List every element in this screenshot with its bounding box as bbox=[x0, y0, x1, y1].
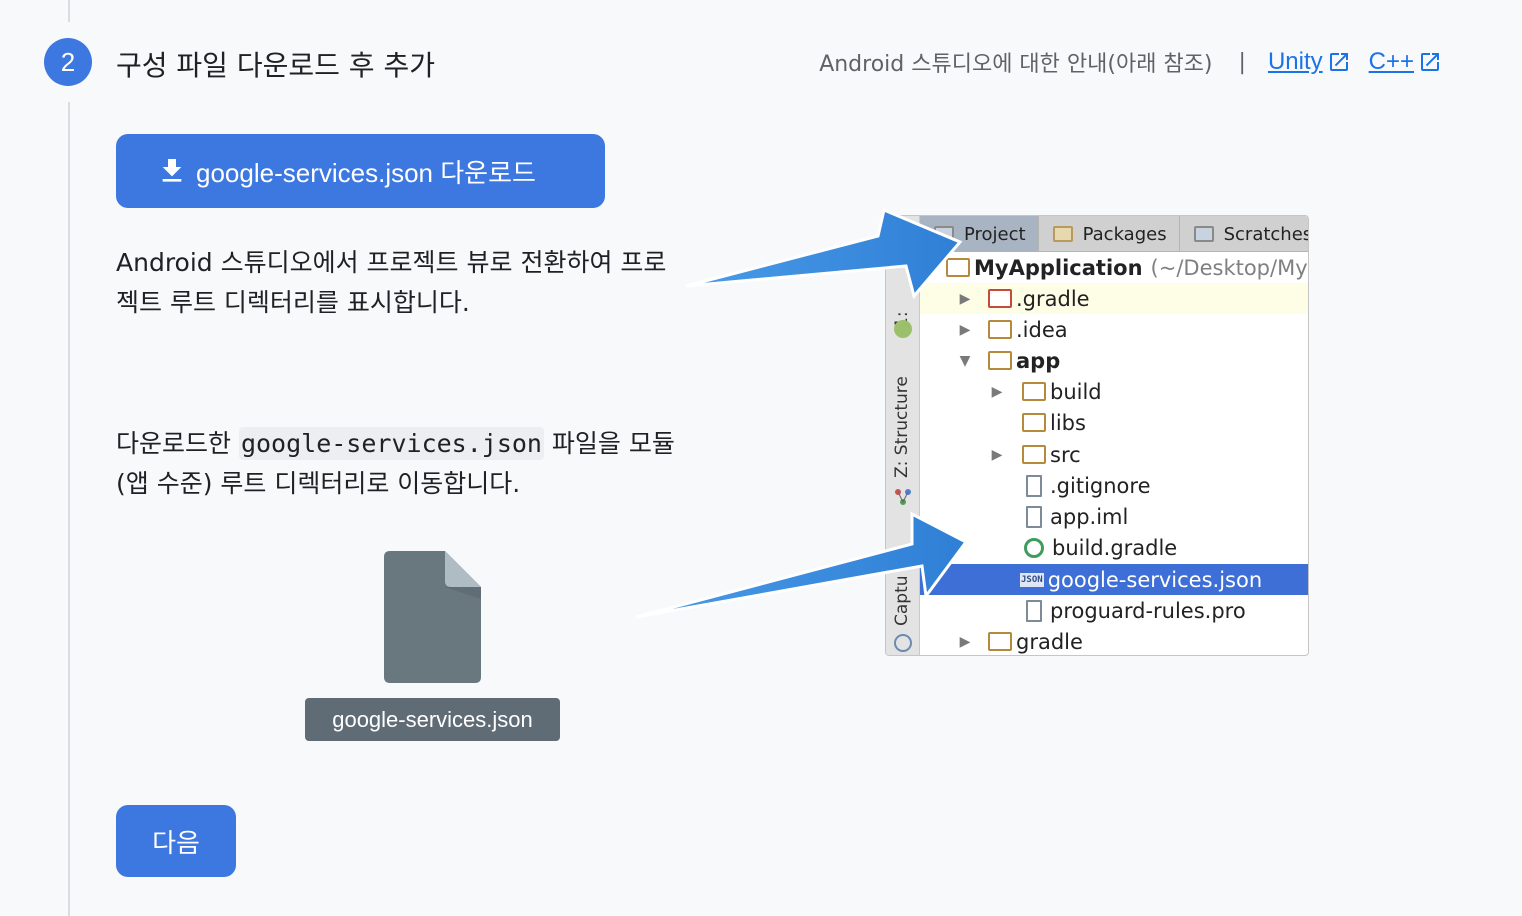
open-in-new-icon bbox=[1421, 53, 1439, 71]
next-button[interactable]: 다음 bbox=[116, 805, 236, 877]
root-name: MyApplication bbox=[974, 255, 1143, 280]
expanded-arrow-icon: ▼ bbox=[927, 259, 939, 276]
tree-item-label: app.iml bbox=[1050, 504, 1129, 529]
tree-row-google-services[interactable]: JSON google-services.json bbox=[920, 564, 1308, 595]
project-tree: ▼ MyApplication (~/Desktop/My ▶ .gradle … bbox=[920, 252, 1308, 655]
tree-item-label: .idea bbox=[1016, 317, 1068, 342]
tree-item-label: .gitignore bbox=[1050, 473, 1151, 498]
ide-tool-sidebar: 1: Z: Structure Captu bbox=[886, 216, 920, 655]
step-rail-top bbox=[68, 0, 70, 22]
folder-icon bbox=[988, 289, 1012, 308]
step-title: 구성 파일 다운로드 후 추가 bbox=[116, 49, 435, 82]
module-folder-icon bbox=[988, 351, 1012, 370]
instruction-switch-project-view: Android 스튜디오에서 프로젝트 뷰로 전환하여 프로젝트 루트 디렉터리… bbox=[116, 248, 667, 317]
collapsed-arrow-icon: ▶ bbox=[991, 446, 1003, 463]
tree-row-app-iml[interactable]: app.iml bbox=[920, 501, 1308, 532]
tree-item-label: .gradle bbox=[1016, 286, 1090, 311]
project-icon bbox=[934, 226, 954, 242]
collapsed-arrow-icon: ▶ bbox=[959, 321, 971, 338]
root-path: (~/Desktop/My bbox=[1150, 255, 1308, 280]
download-icon bbox=[162, 159, 182, 182]
scratches-icon bbox=[1193, 226, 1214, 242]
folder-icon bbox=[1022, 413, 1046, 432]
tree-row-app[interactable]: ▼ app bbox=[920, 345, 1308, 376]
tree-item-label: gradle bbox=[1016, 629, 1083, 654]
platform-guides: Android 스튜디오에 대한 안내(아래 참조) | Unity C++ bbox=[819, 46, 1442, 78]
tab-packages[interactable]: Packages bbox=[1039, 216, 1180, 252]
module-folder-icon bbox=[946, 258, 970, 277]
tree-row-gradle-dir[interactable]: ▶ .gradle bbox=[920, 283, 1308, 314]
open-in-new-icon bbox=[1329, 53, 1348, 71]
android-guide-text: Android 스튜디오에 대한 안내(아래 참조) bbox=[819, 52, 1213, 77]
tree-item-label: build.gradle bbox=[1052, 535, 1178, 560]
packages-icon bbox=[1052, 226, 1073, 242]
tree-row-libs[interactable]: libs bbox=[920, 407, 1308, 438]
side-label-captures: Captu bbox=[892, 575, 912, 626]
folder-icon bbox=[988, 320, 1012, 339]
tree-item-label: proguard-rules.pro bbox=[1050, 598, 1246, 623]
collapsed-arrow-icon: ▶ bbox=[959, 633, 971, 650]
tree-row-idea[interactable]: ▶ .idea bbox=[920, 314, 1308, 345]
tab-label: Scratches bbox=[1223, 223, 1309, 245]
instruction-move-file: 다운로드한 google-services.json 파일을 모듈(앱 수준) … bbox=[116, 424, 696, 504]
iml-file-icon bbox=[1026, 505, 1042, 528]
tree-row-root[interactable]: ▼ MyApplication (~/Desktop/My bbox=[920, 252, 1308, 283]
android-icon bbox=[894, 320, 912, 338]
guides-separator: | bbox=[1238, 49, 1246, 75]
download-button-label: google-services.json 다운로드 bbox=[196, 157, 536, 188]
tree-item-label: libs bbox=[1050, 410, 1086, 435]
structure-icon bbox=[894, 488, 912, 506]
captures-icon bbox=[894, 634, 912, 652]
expanded-arrow-icon: ▼ bbox=[959, 352, 971, 369]
folder-icon bbox=[988, 632, 1012, 651]
android-studio-project-view: 1: Z: Structure Captu Project Packages S… bbox=[885, 215, 1309, 656]
folder-icon bbox=[1022, 445, 1046, 464]
instruction-text: 다운로드한 bbox=[116, 429, 239, 458]
tree-item-label: build bbox=[1050, 379, 1102, 404]
gradle-file-icon bbox=[1024, 537, 1044, 558]
tab-label: Packages bbox=[1082, 223, 1167, 245]
tree-row-gradle[interactable]: ▶ gradle bbox=[920, 626, 1308, 655]
tree-row-build-gradle[interactable]: build.gradle bbox=[920, 532, 1308, 563]
tree-item-label: google-services.json bbox=[1047, 567, 1263, 592]
tab-scratches[interactable]: Scratches bbox=[1180, 216, 1309, 252]
ide-tabs: Project Packages Scratches bbox=[920, 216, 1308, 252]
side-label-structure: Z: Structure bbox=[892, 376, 912, 478]
json-file-icon bbox=[384, 551, 481, 683]
text-file-icon bbox=[1026, 474, 1042, 497]
unity-link-label: Unity bbox=[1267, 48, 1323, 75]
tree-row-src[interactable]: ▶ src bbox=[920, 439, 1308, 470]
tree-item-label: app bbox=[1016, 348, 1061, 373]
cpp-link-label: C++ bbox=[1368, 48, 1414, 75]
tree-row-proguard[interactable]: proguard-rules.pro bbox=[920, 595, 1308, 626]
collapsed-arrow-icon: ▶ bbox=[959, 290, 971, 307]
tree-item-label: src bbox=[1050, 442, 1081, 467]
download-config-button[interactable]: google-services.json 다운로드 bbox=[116, 134, 605, 208]
tree-row-build[interactable]: ▶ build bbox=[920, 376, 1308, 407]
json-file-icon: JSON bbox=[1020, 572, 1044, 587]
file-name-label: google-services.json bbox=[305, 698, 560, 741]
tree-row-gitignore[interactable]: .gitignore bbox=[920, 470, 1308, 501]
unity-link[interactable]: Unity bbox=[1268, 48, 1351, 76]
step-rail bbox=[68, 102, 70, 916]
collapsed-arrow-icon: ▶ bbox=[991, 383, 1003, 400]
step-number-badge: 2 bbox=[44, 38, 92, 86]
filename-code: google-services.json bbox=[238, 427, 544, 460]
folder-icon bbox=[1022, 382, 1046, 401]
text-file-icon bbox=[1026, 599, 1042, 622]
tab-label: Project bbox=[964, 223, 1026, 245]
tab-project[interactable]: Project bbox=[920, 216, 1039, 252]
cpp-link[interactable]: C++ bbox=[1369, 48, 1442, 76]
